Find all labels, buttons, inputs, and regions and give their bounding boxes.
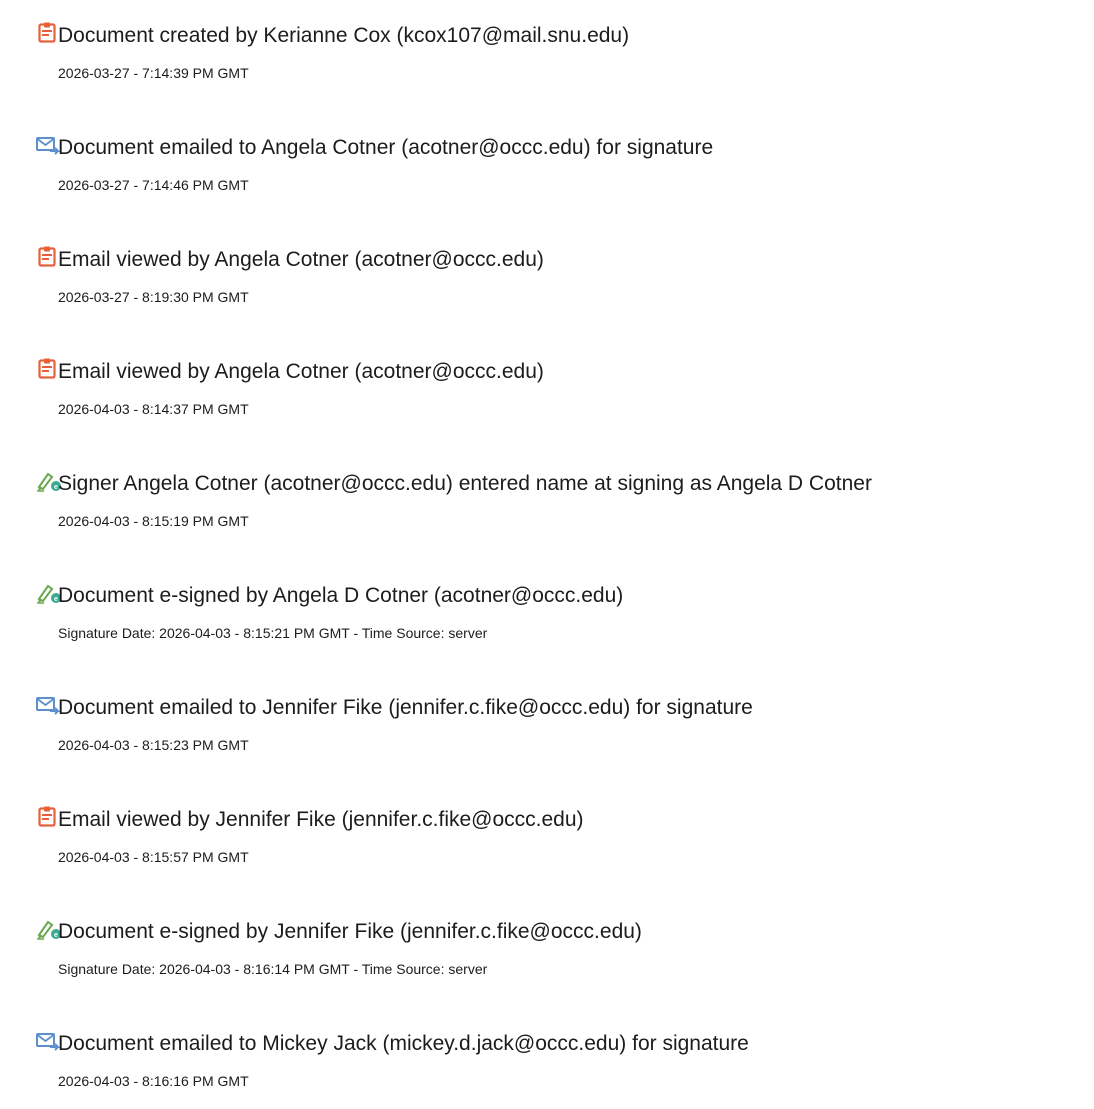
event-1: Document emailed to Angela Cotner (acotn… — [0, 125, 1094, 205]
event-timestamp: 2026-04-03 - 8:14:37 PM GMT — [58, 401, 249, 417]
event-title: Email viewed by Jennifer Fike (jennifer.… — [58, 808, 584, 831]
event-timestamp: 2026-04-03 - 8:15:57 PM GMT — [58, 849, 249, 865]
event-title: Email viewed by Angela Cotner (acotner@o… — [58, 360, 544, 383]
event-timestamp: 2026-04-03 - 8:15:23 PM GMT — [58, 737, 249, 753]
event-8: e Document e-signed by Jennifer Fike (je… — [0, 909, 1094, 989]
event-9: Document emailed to Mickey Jack (mickey.… — [0, 1021, 1094, 1101]
event-5: e Document e-signed by Angela D Cotner (… — [0, 573, 1094, 653]
event-6: Document emailed to Jennifer Fike (jenni… — [0, 685, 1094, 765]
event-title: Document emailed to Mickey Jack (mickey.… — [58, 1032, 749, 1055]
event-title: Document emailed to Jennifer Fike (jenni… — [58, 696, 753, 719]
event-3: Email viewed by Angela Cotner (acotner@o… — [0, 349, 1094, 429]
event-title: Document e-signed by Jennifer Fike (jenn… — [58, 920, 642, 943]
event-2: Email viewed by Angela Cotner (acotner@o… — [0, 237, 1094, 317]
event-timestamp: 2026-04-03 - 8:16:16 PM GMT — [58, 1073, 249, 1089]
event-title: Document created by Kerianne Cox (kcox10… — [58, 24, 630, 47]
event-timestamp: Signature Date: 2026-04-03 - 8:16:14 PM … — [58, 961, 488, 977]
event-7: Email viewed by Jennifer Fike (jennifer.… — [0, 797, 1094, 877]
event-timestamp: 2026-03-27 - 7:14:46 PM GMT — [58, 177, 249, 193]
event-title: Signer Angela Cotner (acotner@occc.edu) … — [58, 472, 872, 495]
event-timestamp: 2026-03-27 - 8:19:30 PM GMT — [58, 289, 249, 305]
event-timestamp: Signature Date: 2026-04-03 - 8:15:21 PM … — [58, 625, 488, 641]
event-title: Document e-signed by Angela D Cotner (ac… — [58, 584, 624, 607]
event-timestamp: 2026-03-27 - 7:14:39 PM GMT — [58, 65, 249, 81]
event-4: e Signer Angela Cotner (acotner@occc.edu… — [0, 461, 1094, 541]
event-timestamp: 2026-04-03 - 8:15:19 PM GMT — [58, 513, 249, 529]
event-title: Document emailed to Angela Cotner (acotn… — [58, 136, 714, 159]
event-title: Email viewed by Angela Cotner (acotner@o… — [58, 248, 544, 271]
event-0: Document created by Kerianne Cox (kcox10… — [0, 13, 1094, 93]
